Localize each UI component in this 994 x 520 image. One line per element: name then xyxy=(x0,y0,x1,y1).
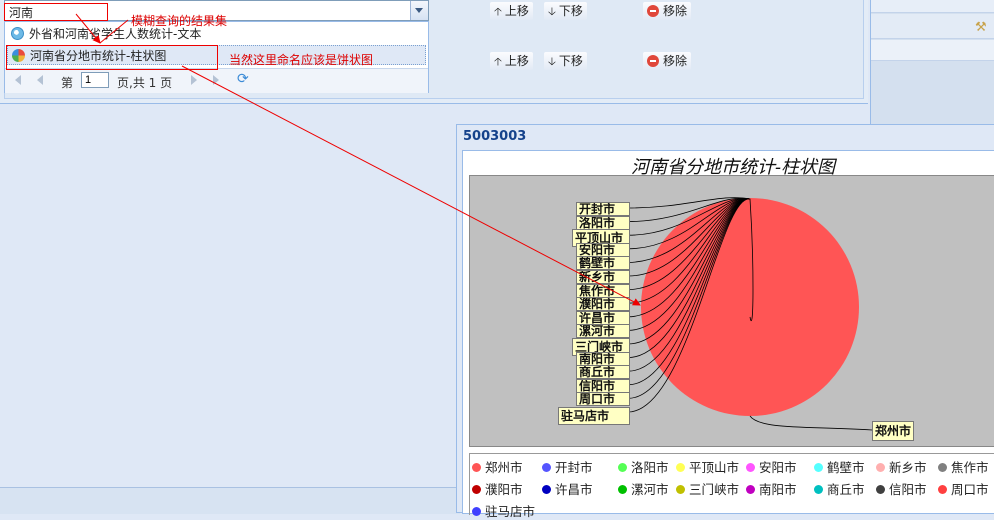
combo-trigger-button[interactable] xyxy=(410,1,428,20)
legend-swatch xyxy=(746,463,755,472)
slice-label: 漯河市 xyxy=(576,324,630,339)
annotation-box xyxy=(6,45,218,70)
legend-swatch xyxy=(542,485,551,494)
legend-swatch xyxy=(472,507,481,516)
slice-label: 商丘市 xyxy=(576,365,630,380)
legend-swatch xyxy=(618,485,627,494)
legend-swatch xyxy=(814,485,823,494)
legend-item: 郑州市 xyxy=(472,457,523,476)
legend-item: 鹤壁市 xyxy=(814,457,865,476)
pie-slice xyxy=(641,198,859,416)
annotation-pie-naming: 当然这里命名应该是饼状图 xyxy=(229,53,374,67)
remove-button[interactable]: 移除 xyxy=(643,2,692,20)
legend-swatch xyxy=(542,463,551,472)
slice-label: 新乡市 xyxy=(576,270,630,284)
remove-icon xyxy=(647,55,659,67)
slice-label: 南阳市 xyxy=(576,351,630,366)
slice-label: 驻马店市 xyxy=(558,407,630,425)
slice-label: 郑州市 xyxy=(872,421,915,441)
legend-item: 焦作市 xyxy=(938,457,989,476)
prev-page-icon[interactable] xyxy=(37,75,43,85)
legend-item: 信阳市 xyxy=(876,479,927,498)
legend-item: 驻马店市 xyxy=(472,501,535,520)
remove-button[interactable]: 移除 xyxy=(643,52,692,70)
legend-swatch xyxy=(472,463,481,472)
last-page-icon[interactable] xyxy=(213,75,219,85)
move-up-button[interactable]: 🡡 上移 xyxy=(490,2,533,20)
legend-item: 濮阳市 xyxy=(472,479,523,498)
legend-swatch xyxy=(876,463,885,472)
page-number-input[interactable] xyxy=(81,72,109,88)
legend-swatch xyxy=(938,463,947,472)
refresh-icon[interactable]: ⟳ xyxy=(237,71,249,87)
arrow-up-icon: 🡡 xyxy=(494,55,502,68)
legend-item: 三门峡市 xyxy=(676,479,739,498)
arrow-down-icon: 🡣 xyxy=(548,5,556,18)
legend-item: 安阳市 xyxy=(746,457,797,476)
annotation-box xyxy=(4,3,108,21)
slice-label: 周口市 xyxy=(576,392,630,407)
legend-swatch xyxy=(938,485,947,494)
slice-label: 濮阳市 xyxy=(576,297,630,312)
slice-label: 焦作市 xyxy=(576,283,630,298)
pie-chart xyxy=(627,197,873,431)
chart-legend: 郑州市 开封市 洛阳市 平顶山市 安阳市 鹤壁市 新乡市 焦作市濮阳市 许昌市 漯河市 三门峡市 南阳… xyxy=(469,453,994,519)
slice-label: 信阳市 xyxy=(576,378,630,393)
legend-item: 商丘市 xyxy=(814,479,865,498)
next-page-icon[interactable] xyxy=(191,75,197,85)
legend-swatch xyxy=(676,485,685,494)
chart-body: 河南省分地市统计-柱状图 开封市 洛阳市 平顶山市 安阳市 鹤壁市 新乡市 焦作市 濮阳市 许昌… xyxy=(462,150,994,519)
legend-item: 漯河市 xyxy=(618,479,669,498)
legend-swatch xyxy=(472,485,481,494)
first-page-icon[interactable] xyxy=(15,75,21,85)
leader-line xyxy=(749,415,873,431)
globe-icon xyxy=(11,27,24,40)
legend-swatch xyxy=(876,485,885,494)
chart-plot-area: 开封市 洛阳市 平顶山市 安阳市 鹤壁市 新乡市 焦作市 濮阳市 许昌市 漯河市 三门峡市 南阳市 商丘… xyxy=(469,175,994,447)
slice-label: 安阳市 xyxy=(576,242,630,257)
remove-icon xyxy=(647,5,659,17)
move-down-button[interactable]: 🡣 下移 xyxy=(544,52,587,70)
chart-window[interactable]: 5003003 河南省分地市统计-柱状图 开封市 洛阳市 平顶山市 安阳市 鹤壁市 新乡市… xyxy=(456,124,994,519)
legend-swatch xyxy=(814,463,823,472)
slice-label: 开封市 xyxy=(576,202,630,216)
window-title: 5003003 xyxy=(463,129,527,144)
slice-label: 鹤壁市 xyxy=(576,256,630,271)
legend-item: 开封市 xyxy=(542,457,593,476)
legend-swatch xyxy=(618,463,627,472)
move-down-button[interactable]: 🡣 下移 xyxy=(544,2,587,20)
legend-item: 新乡市 xyxy=(876,457,927,476)
legend-item: 洛阳市 xyxy=(618,457,669,476)
status-bar xyxy=(0,487,460,514)
arrow-down-icon: 🡣 xyxy=(548,55,556,68)
annotation-fuzzy-results: 模糊查询的结果集 xyxy=(131,14,228,28)
arrow-up-icon: 🡡 xyxy=(494,5,502,18)
move-up-button[interactable]: 🡡 上移 xyxy=(490,52,533,70)
legend-item: 平顶山市 xyxy=(676,457,739,476)
wrench-icon[interactable]: ⚒ xyxy=(975,20,989,35)
legend-swatch xyxy=(676,463,685,472)
slice-label: 洛阳市 xyxy=(576,215,630,230)
slice-label: 许昌市 xyxy=(576,310,630,325)
legend-item: 南阳市 xyxy=(746,479,797,498)
legend-item: 许昌市 xyxy=(542,479,593,498)
legend-swatch xyxy=(746,485,755,494)
legend-item: 周口市 xyxy=(938,479,989,498)
pager: 第 页,共 1 页 ⟳ xyxy=(5,68,428,93)
